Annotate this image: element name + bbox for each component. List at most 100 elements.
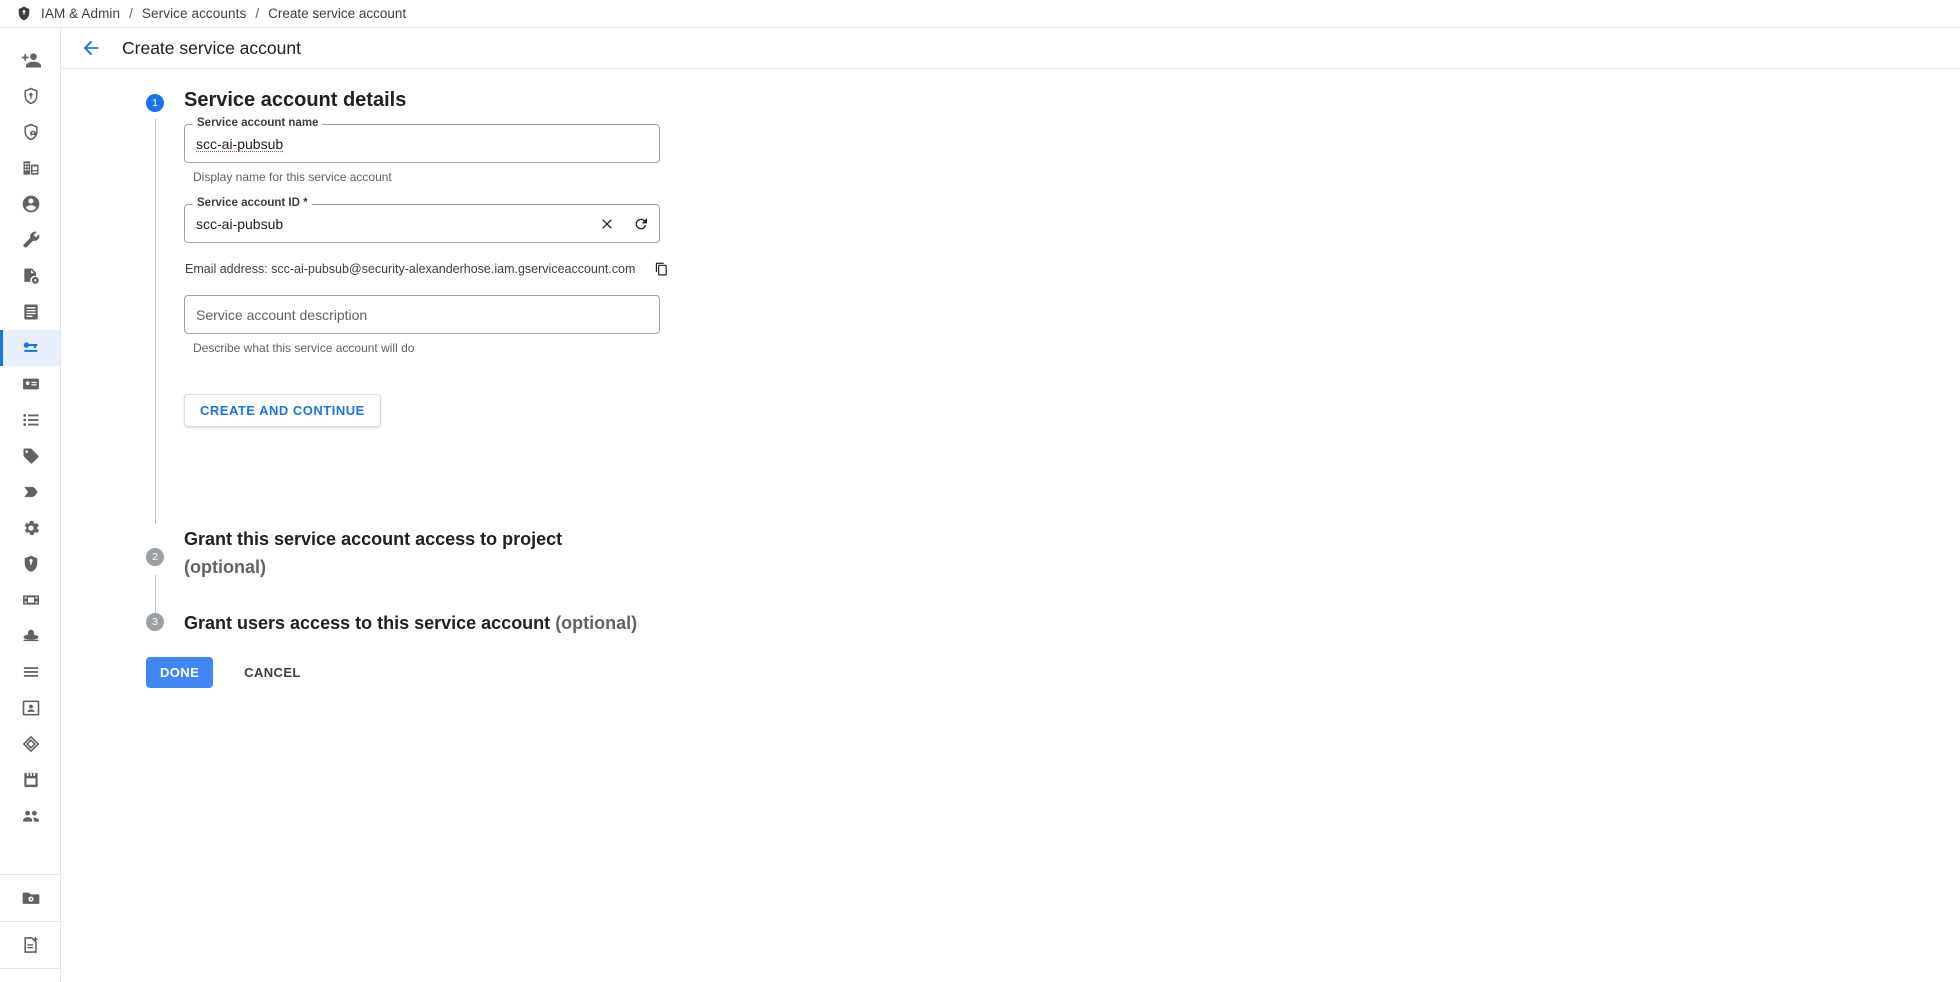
rhombus-icon: [22, 735, 39, 753]
sidebar-collapse-toggle[interactable]: [0, 974, 60, 982]
sidebar-divider: [0, 921, 60, 922]
id-card-icon: [22, 378, 39, 390]
breadcrumb-separator: /: [255, 6, 260, 21]
close-icon: [602, 218, 612, 229]
sidebar-item-logs[interactable]: [0, 294, 60, 330]
folder-gear-icon: [22, 892, 39, 904]
shield-icon: [18, 6, 30, 20]
sidebar-item-policy-analyzer[interactable]: [0, 114, 60, 150]
page-title: Create service account: [122, 37, 301, 58]
step-3-badge: 3: [146, 613, 164, 631]
step-3-title-text: Grant users access to this service accou…: [184, 613, 551, 633]
service-account-id-input[interactable]: scc-ai-pubsub: [196, 204, 283, 243]
sidebar-top-spacer: [0, 28, 60, 42]
done-button[interactable]: DONE: [146, 657, 214, 688]
step-3-optional-label: (optional): [555, 613, 638, 633]
sidebar-item-policy-troubleshooter[interactable]: [0, 78, 60, 114]
filmstrip-icon: [22, 595, 39, 605]
arrow-back-icon: [83, 40, 99, 56]
shield-person-icon: [23, 123, 38, 141]
breadcrumb-item-create-service-account: Create service account: [268, 6, 407, 21]
document-gear-icon: [23, 268, 39, 284]
step-2-title[interactable]: Grant this service account access to pro…: [184, 525, 562, 581]
service-account-name-input[interactable]: scc-ai-pubsub: [196, 124, 283, 163]
wrench-icon: [22, 231, 39, 248]
sidebar-item-groups[interactable]: [0, 798, 60, 834]
sidebar-item-quotas[interactable]: [0, 762, 60, 798]
menu-lines-icon: [23, 667, 38, 677]
gear-icon: [24, 520, 39, 536]
shield-small-icon: [24, 555, 37, 572]
sidebar-item-identity[interactable]: [0, 186, 60, 222]
breadcrumb-separator: /: [129, 6, 133, 21]
sidebar-item-release-notes[interactable]: [0, 927, 60, 963]
document-add-icon: [23, 936, 38, 953]
sidebar-item-groups-roles[interactable]: [0, 582, 60, 618]
breadcrumb-item-iam-admin[interactable]: IAM & Admin: [41, 6, 120, 21]
footer-actions: DONE CANCEL: [146, 657, 314, 688]
service-account-description-hint: Describe what this service account will …: [193, 341, 415, 355]
step-connector-line: [155, 575, 156, 613]
regenerate-id-button[interactable]: [632, 215, 650, 233]
service-account-description-field[interactable]: Service account description: [184, 295, 660, 334]
sidebar-item-privileged-access[interactable]: [0, 474, 60, 510]
sidebar-item-iam[interactable]: [0, 42, 60, 78]
list-bullet-icon: [23, 414, 38, 426]
step-2-title-text: Grant this service account access to pro…: [184, 529, 563, 549]
sidebar-item-marketplace[interactable]: [0, 880, 60, 916]
sidebar-item-settings[interactable]: [0, 510, 60, 546]
business-icon: [23, 161, 38, 175]
sidebar-item-workforce-identity[interactable]: [0, 222, 60, 258]
cancel-button[interactable]: CANCEL: [231, 657, 314, 688]
hat-icon: [23, 629, 38, 642]
step-1-title: Service account details: [184, 89, 407, 111]
sidebar-item-audit-logs[interactable]: [0, 654, 60, 690]
copy-email-button[interactable]: [652, 260, 670, 278]
create-and-continue-button[interactable]: CREATE AND CONTINUE: [184, 394, 381, 427]
sidebar-item-labels[interactable]: [0, 366, 60, 402]
step-1-form: Service account name scc-ai-pubsub Displ…: [184, 117, 784, 427]
service-account-id-field[interactable]: Service account ID * scc-ai-pubsub: [184, 197, 660, 243]
account-circle-icon: [22, 195, 39, 213]
back-button[interactable]: [78, 35, 104, 61]
sidebar-item-organization-policies[interactable]: [0, 150, 60, 186]
breadcrumb-item-service-accounts[interactable]: Service accounts: [142, 6, 246, 21]
clear-button[interactable]: [598, 215, 616, 233]
sidebar-item-privacy-security[interactable]: [0, 546, 60, 582]
sidebar-item-tag-manager[interactable]: [0, 438, 60, 474]
breadcrumb: IAM & Admin / Service accounts / Create …: [0, 0, 1960, 28]
step-3-title[interactable]: Grant users access to this service accou…: [184, 609, 637, 637]
step-2-optional-label: (optional): [184, 557, 266, 577]
list-document-icon: [23, 304, 38, 320]
step-1-badge: 1: [146, 94, 164, 112]
chevron-badge-icon: [23, 487, 38, 497]
step-connector-line: [155, 119, 156, 524]
service-account-name-field[interactable]: Service account name scc-ai-pubsub: [184, 117, 660, 163]
sidebar-item-roles[interactable]: [0, 618, 60, 654]
sidebar: [0, 28, 61, 982]
sidebar-item-asset-inventory[interactable]: [0, 690, 60, 726]
person-add-icon: [21, 53, 41, 68]
contact-card-icon: [22, 700, 39, 716]
refresh-icon: [635, 217, 647, 229]
service-account-description-input[interactable]: Service account description: [196, 295, 367, 334]
sidebar-item-service-accounts[interactable]: [0, 330, 60, 366]
service-account-id-actions: [598, 204, 650, 243]
step-2-badge: 2: [146, 548, 164, 566]
email-address-text: Email address: scc-ai-pubsub@security-al…: [185, 262, 636, 276]
copy-icon: [655, 262, 667, 275]
sidebar-item-essential-contacts[interactable]: [0, 726, 60, 762]
shield-key-icon: [23, 87, 38, 105]
email-address-row: Email address: scc-ai-pubsub@security-al…: [185, 260, 784, 278]
page-header: Create service account: [61, 28, 1960, 69]
main-content: 1 Service account details Service accoun…: [61, 69, 1960, 982]
people-icon: [22, 810, 39, 822]
sidebar-item-workload-identity[interactable]: [0, 258, 60, 294]
save-icon: [23, 772, 38, 788]
key-card-icon: [23, 342, 37, 352]
sidebar-divider: [0, 874, 60, 875]
tag-icon: [23, 448, 39, 464]
service-account-name-hint: Display name for this service account: [193, 170, 392, 184]
sidebar-divider: [0, 968, 60, 969]
sidebar-item-tags[interactable]: [0, 402, 60, 438]
